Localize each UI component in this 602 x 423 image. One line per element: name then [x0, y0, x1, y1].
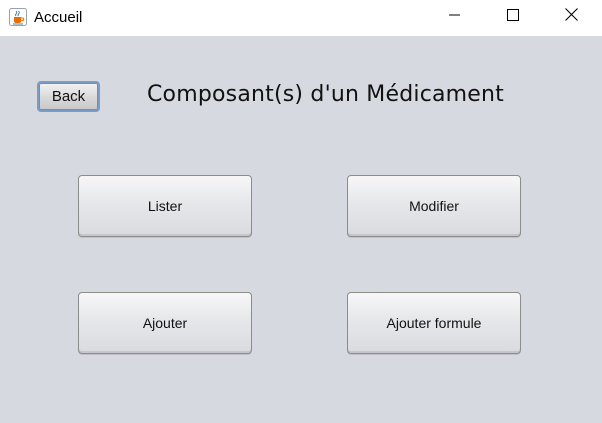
window-title: Accueil	[34, 9, 83, 26]
main-panel: Back Composant(s) d'un Médicament Lister…	[0, 36, 602, 423]
maximize-button[interactable]	[484, 0, 542, 34]
ajouter-formule-button[interactable]: Ajouter formule	[347, 292, 521, 354]
page-title: Composant(s) d'un Médicament	[147, 82, 505, 107]
back-button[interactable]: Back	[37, 81, 100, 112]
java-cup-icon	[9, 8, 27, 26]
application-window: Accueil Back Composant(s) d'un Médicamen…	[0, 0, 602, 423]
close-button[interactable]	[542, 0, 600, 34]
title-bar[interactable]: Accueil	[0, 0, 602, 36]
lister-button[interactable]: Lister	[78, 175, 252, 237]
modifier-button[interactable]: Modifier	[347, 175, 521, 237]
ajouter-button[interactable]: Ajouter	[78, 292, 252, 354]
minimize-button[interactable]	[426, 0, 484, 34]
maximize-icon	[507, 8, 519, 26]
close-icon	[564, 8, 578, 26]
minimize-icon	[449, 8, 461, 26]
